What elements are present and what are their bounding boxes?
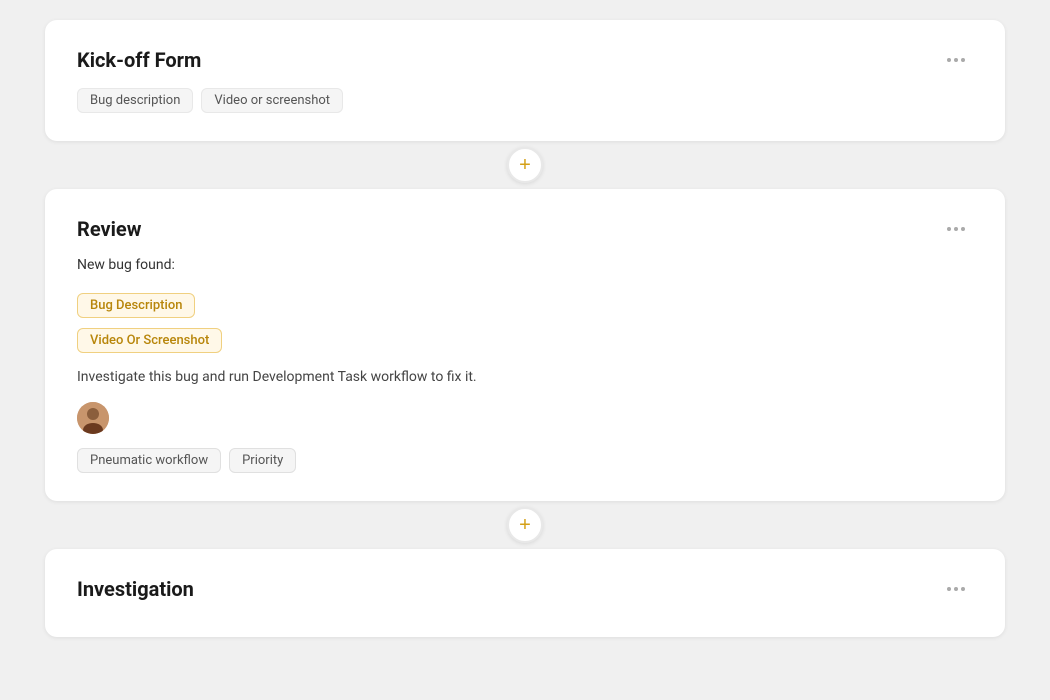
dot-r1 (947, 227, 951, 231)
video-or-screenshot-tag[interactable]: Video Or Screenshot (77, 328, 222, 353)
add-step-button-1[interactable]: + (507, 147, 543, 183)
dot-1 (947, 58, 951, 62)
dot-r2 (954, 227, 958, 231)
dot-r3 (961, 227, 965, 231)
page-wrapper: Kick-off Form Bug description Video or s… (0, 0, 1050, 700)
new-bug-label: New bug found: (77, 257, 973, 273)
investigation-options-menu[interactable] (939, 583, 973, 595)
dot-i1 (947, 587, 951, 591)
user-avatar (77, 402, 109, 434)
kickoff-options-menu[interactable] (939, 54, 973, 66)
plus-icon-2: + (519, 515, 531, 535)
investigate-text: Investigate this bug and run Development… (77, 367, 973, 388)
bug-description-tag[interactable]: Bug description (77, 88, 193, 113)
review-title: Review (77, 217, 141, 241)
video-screenshot-tag[interactable]: Video or screenshot (201, 88, 343, 113)
avatar-row (77, 402, 973, 434)
review-highlight-tags: Bug Description (77, 293, 973, 318)
kickoff-title: Kick-off Form (77, 48, 201, 72)
add-step-button-2[interactable]: + (507, 507, 543, 543)
add-button-wrapper-1: + (507, 141, 543, 189)
kickoff-form-card: Kick-off Form Bug description Video or s… (45, 20, 1005, 141)
dot-i2 (954, 587, 958, 591)
pneumatic-workflow-tag[interactable]: Pneumatic workflow (77, 448, 221, 473)
priority-tag[interactable]: Priority (229, 448, 296, 473)
kickoff-tags-row: Bug description Video or screenshot (77, 88, 973, 113)
review-body: New bug found: Bug Description Video Or … (77, 257, 973, 473)
description-bug-tag[interactable]: Bug Description (77, 293, 195, 318)
investigation-card: Investigation (45, 549, 1005, 637)
dot-i3 (961, 587, 965, 591)
investigation-title: Investigation (77, 577, 194, 601)
workflow-tags-row: Pneumatic workflow Priority (77, 448, 973, 473)
review-video-tag-row: Video Or Screenshot (77, 328, 973, 353)
add-button-wrapper-2: + (507, 501, 543, 549)
dot-2 (954, 58, 958, 62)
review-card: Review New bug found: Bug Description Vi… (45, 189, 1005, 501)
kickoff-header: Kick-off Form (77, 48, 973, 72)
plus-icon-1: + (519, 155, 531, 175)
review-options-menu[interactable] (939, 223, 973, 235)
review-header: Review (77, 217, 973, 241)
investigation-header: Investigation (77, 577, 973, 601)
dot-3 (961, 58, 965, 62)
